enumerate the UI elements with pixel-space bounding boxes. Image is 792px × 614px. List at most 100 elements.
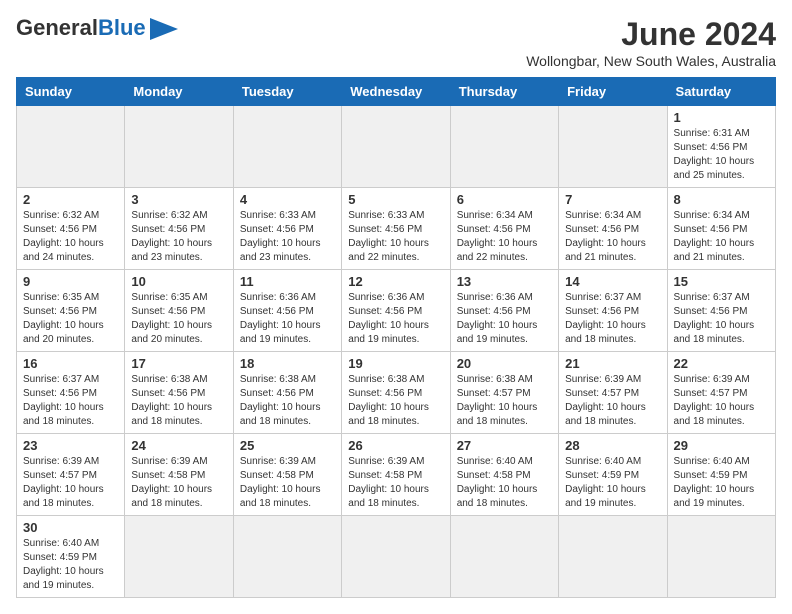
calendar-cell: 9 Sunrise: 6:35 AM Sunset: 4:56 PM Daylig… (17, 270, 125, 352)
calendar-cell (233, 516, 341, 598)
day-number: 2 (23, 192, 118, 207)
calendar-cell: 15 Sunrise: 6:37 AM Sunset: 4:56 PM Dayli… (667, 270, 775, 352)
day-info: Sunrise: 6:38 AM Sunset: 4:56 PM Dayligh… (240, 373, 335, 429)
day-number: 1 (674, 110, 769, 125)
day-number: 10 (131, 274, 226, 289)
day-info: Sunrise: 6:35 AM Sunset: 4:56 PM Dayligh… (23, 291, 118, 347)
calendar-cell: 4 Sunrise: 6:33 AM Sunset: 4:56 PM Daylig… (233, 188, 341, 270)
day-number: 15 (674, 274, 769, 289)
col-header-wednesday: Wednesday (342, 78, 450, 106)
day-number: 9 (23, 274, 118, 289)
calendar-header-row: SundayMondayTuesdayWednesdayThursdayFrid… (17, 78, 776, 106)
day-info: Sunrise: 6:39 AM Sunset: 4:58 PM Dayligh… (131, 455, 226, 511)
week-row-2: 9 Sunrise: 6:35 AM Sunset: 4:56 PM Daylig… (17, 270, 776, 352)
logo-triangle-icon (150, 18, 178, 40)
calendar-cell (125, 516, 233, 598)
calendar-cell: 21 Sunrise: 6:39 AM Sunset: 4:57 PM Dayli… (559, 352, 667, 434)
calendar-cell (667, 516, 775, 598)
calendar-cell: 28 Sunrise: 6:40 AM Sunset: 4:59 PM Dayli… (559, 434, 667, 516)
day-number: 3 (131, 192, 226, 207)
day-number: 27 (457, 438, 552, 453)
calendar-table: SundayMondayTuesdayWednesdayThursdayFrid… (16, 77, 776, 598)
day-info: Sunrise: 6:35 AM Sunset: 4:56 PM Dayligh… (131, 291, 226, 347)
day-number: 21 (565, 356, 660, 371)
calendar-cell: 24 Sunrise: 6:39 AM Sunset: 4:58 PM Dayli… (125, 434, 233, 516)
col-header-monday: Monday (125, 78, 233, 106)
day-number: 6 (457, 192, 552, 207)
day-number: 17 (131, 356, 226, 371)
week-row-0: 1 Sunrise: 6:31 AM Sunset: 4:56 PM Daylig… (17, 106, 776, 188)
day-info: Sunrise: 6:39 AM Sunset: 4:58 PM Dayligh… (240, 455, 335, 511)
calendar-cell: 30 Sunrise: 6:40 AM Sunset: 4:59 PM Dayli… (17, 516, 125, 598)
calendar-cell: 19Sunrise: 6:38 AM Sunset: 4:56 PM Dayli… (342, 352, 450, 434)
month-title: June 2024 (526, 16, 776, 53)
calendar-cell: 12Sunrise: 6:36 AM Sunset: 4:56 PM Dayli… (342, 270, 450, 352)
calendar-cell: 8Sunrise: 6:34 AM Sunset: 4:56 PM Daylig… (667, 188, 775, 270)
day-info: Sunrise: 6:32 AM Sunset: 4:56 PM Dayligh… (131, 209, 226, 265)
calendar-cell: 16Sunrise: 6:37 AM Sunset: 4:56 PM Dayli… (17, 352, 125, 434)
calendar-cell: 3 Sunrise: 6:32 AM Sunset: 4:56 PM Daylig… (125, 188, 233, 270)
calendar-cell (450, 516, 558, 598)
day-number: 20 (457, 356, 552, 371)
day-number: 16 (23, 356, 118, 371)
day-info: Sunrise: 6:39 AM Sunset: 4:57 PM Dayligh… (674, 373, 769, 429)
week-row-4: 23Sunrise: 6:39 AM Sunset: 4:57 PM Dayli… (17, 434, 776, 516)
calendar-cell (125, 106, 233, 188)
calendar-cell: 5Sunrise: 6:33 AM Sunset: 4:56 PM Daylig… (342, 188, 450, 270)
day-info: Sunrise: 6:37 AM Sunset: 4:56 PM Dayligh… (565, 291, 660, 347)
day-info: Sunrise: 6:40 AM Sunset: 4:59 PM Dayligh… (565, 455, 660, 511)
day-number: 22 (674, 356, 769, 371)
day-info: Sunrise: 6:34 AM Sunset: 4:56 PM Dayligh… (565, 209, 660, 265)
day-number: 12 (348, 274, 443, 289)
day-number: 26 (348, 438, 443, 453)
day-info: Sunrise: 6:39 AM Sunset: 4:57 PM Dayligh… (565, 373, 660, 429)
calendar-cell: 18Sunrise: 6:38 AM Sunset: 4:56 PM Dayli… (233, 352, 341, 434)
col-header-friday: Friday (559, 78, 667, 106)
location-title: Wollongbar, New South Wales, Australia (526, 53, 776, 69)
week-row-5: 30 Sunrise: 6:40 AM Sunset: 4:59 PM Dayli… (17, 516, 776, 598)
logo-text: GeneralBlue (16, 17, 146, 39)
calendar-cell (559, 516, 667, 598)
week-row-1: 2 Sunrise: 6:32 AM Sunset: 4:56 PM Daylig… (17, 188, 776, 270)
calendar-cell: 20 Sunrise: 6:38 AM Sunset: 4:57 PM Dayli… (450, 352, 558, 434)
col-header-tuesday: Tuesday (233, 78, 341, 106)
header: GeneralBlue June 2024 Wollongbar, New So… (16, 16, 776, 69)
day-info: Sunrise: 6:33 AM Sunset: 4:56 PM Dayligh… (240, 209, 335, 265)
day-info: Sunrise: 6:31 AM Sunset: 4:56 PM Dayligh… (674, 127, 769, 183)
day-info: Sunrise: 6:34 AM Sunset: 4:56 PM Dayligh… (457, 209, 552, 265)
day-info: Sunrise: 6:32 AM Sunset: 4:56 PM Dayligh… (23, 209, 118, 265)
calendar-cell: 22 Sunrise: 6:39 AM Sunset: 4:57 PM Dayli… (667, 352, 775, 434)
day-info: Sunrise: 6:38 AM Sunset: 4:56 PM Dayligh… (131, 373, 226, 429)
day-info: Sunrise: 6:40 AM Sunset: 4:59 PM Dayligh… (23, 537, 118, 593)
calendar-cell: 17 Sunrise: 6:38 AM Sunset: 4:56 PM Dayli… (125, 352, 233, 434)
day-number: 4 (240, 192, 335, 207)
calendar-cell: 1 Sunrise: 6:31 AM Sunset: 4:56 PM Daylig… (667, 106, 775, 188)
calendar-cell: 27 Sunrise: 6:40 AM Sunset: 4:58 PM Dayli… (450, 434, 558, 516)
day-number: 25 (240, 438, 335, 453)
day-info: Sunrise: 6:40 AM Sunset: 4:58 PM Dayligh… (457, 455, 552, 511)
calendar-cell: 10 Sunrise: 6:35 AM Sunset: 4:56 PM Dayli… (125, 270, 233, 352)
calendar-cell: 13Sunrise: 6:36 AM Sunset: 4:56 PM Dayli… (450, 270, 558, 352)
day-info: Sunrise: 6:33 AM Sunset: 4:56 PM Dayligh… (348, 209, 443, 265)
day-number: 29 (674, 438, 769, 453)
day-number: 30 (23, 520, 118, 535)
day-number: 24 (131, 438, 226, 453)
col-header-thursday: Thursday (450, 78, 558, 106)
day-info: Sunrise: 6:38 AM Sunset: 4:56 PM Dayligh… (348, 373, 443, 429)
calendar-cell (450, 106, 558, 188)
week-row-3: 16Sunrise: 6:37 AM Sunset: 4:56 PM Dayli… (17, 352, 776, 434)
title-area: June 2024 Wollongbar, New South Wales, A… (526, 16, 776, 69)
calendar-cell (342, 106, 450, 188)
calendar-cell: 23Sunrise: 6:39 AM Sunset: 4:57 PM Dayli… (17, 434, 125, 516)
day-number: 11 (240, 274, 335, 289)
calendar-cell (233, 106, 341, 188)
logo-blue: Blue (98, 15, 146, 40)
calendar-cell: 26Sunrise: 6:39 AM Sunset: 4:58 PM Dayli… (342, 434, 450, 516)
logo-general: General (16, 15, 98, 40)
day-number: 28 (565, 438, 660, 453)
day-info: Sunrise: 6:38 AM Sunset: 4:57 PM Dayligh… (457, 373, 552, 429)
day-number: 23 (23, 438, 118, 453)
day-number: 8 (674, 192, 769, 207)
day-info: Sunrise: 6:37 AM Sunset: 4:56 PM Dayligh… (674, 291, 769, 347)
day-number: 13 (457, 274, 552, 289)
